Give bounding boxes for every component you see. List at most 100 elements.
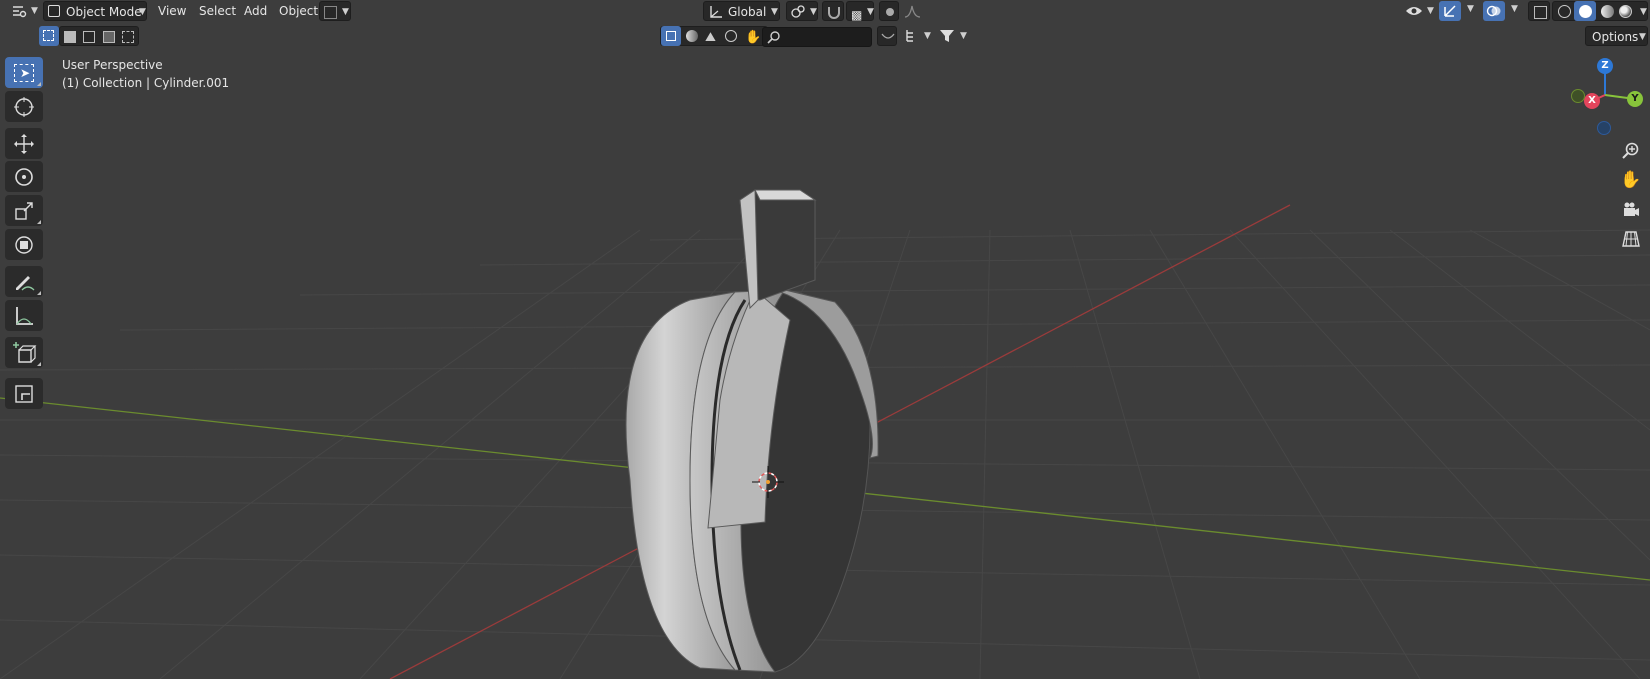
curve-icon	[324, 6, 337, 19]
select-invert-icon[interactable]	[103, 31, 115, 43]
chevron-down-icon: ▼	[139, 7, 146, 17]
menu-select[interactable]: Select	[195, 1, 240, 21]
scene-filter-icon[interactable]: ⛰	[705, 28, 716, 48]
snap-toggle[interactable]	[822, 1, 844, 21]
tool-add-cube[interactable]	[5, 337, 43, 368]
transform-orientation-dropdown[interactable]: Global ▼	[703, 1, 780, 21]
eye-icon	[1406, 7, 1422, 15]
hand-icon: ✋	[1620, 170, 1642, 190]
proportional-edit-icon	[886, 8, 894, 16]
ruler-icon	[16, 306, 33, 325]
select-mode-group	[59, 26, 139, 46]
options-label: Options	[1592, 30, 1639, 44]
falloff-curve-icon	[904, 5, 921, 18]
select-intersect-icon[interactable]	[122, 31, 134, 43]
pan-button[interactable]: ✋	[1617, 166, 1645, 194]
gizmo-icon	[1444, 5, 1456, 17]
menu-add[interactable]: Add	[240, 1, 271, 21]
shading-mode-group: ▼	[1552, 1, 1648, 21]
search-icon	[767, 31, 780, 44]
gizmo-x-axis[interactable]: X	[1584, 93, 1600, 109]
tool-move[interactable]	[5, 128, 43, 159]
tool-annotate[interactable]	[5, 266, 43, 297]
view-name-text: User Perspective	[62, 58, 163, 72]
select-new-icon	[43, 30, 54, 41]
tool-measure[interactable]	[5, 300, 43, 331]
crosshair-cursor-icon	[14, 96, 34, 117]
xray-toggle[interactable]	[1528, 1, 1550, 21]
filter-search-input[interactable]	[762, 27, 872, 47]
hierarchy-icon	[906, 30, 913, 42]
menu-object[interactable]: Object	[275, 1, 322, 21]
editor-type-button[interactable]: ▼	[6, 1, 38, 21]
tool-extra[interactable]	[5, 378, 43, 409]
world-filter-icon[interactable]	[725, 30, 737, 42]
gizmo-z-axis[interactable]: Z	[1597, 58, 1613, 74]
curve-restrict-icon	[881, 33, 895, 39]
tool-select-box[interactable]: ➤	[5, 57, 43, 88]
magnet-icon	[828, 7, 840, 19]
wireframe-shading-icon[interactable]	[1558, 5, 1571, 18]
add-cube-icon	[13, 341, 37, 363]
mode-label: Object Mode	[66, 5, 142, 19]
pivot-point-dropdown[interactable]: ▼	[786, 1, 818, 21]
snap-grid-icon: ▩	[851, 8, 863, 22]
snap-element-dropdown[interactable]: ▩ ▼	[846, 1, 874, 22]
gpencil-dropdown[interactable]: ▼	[319, 1, 351, 21]
overlays-toggle[interactable]	[1483, 1, 1505, 21]
falloff-dropdown[interactable]	[901, 1, 925, 21]
perspective-toggle-button[interactable]	[1617, 225, 1645, 253]
filter-dropdown[interactable]: ▼	[937, 26, 967, 46]
camera-view-button[interactable]	[1617, 196, 1645, 224]
object-mode-icon	[48, 5, 60, 17]
gizmo-y-axis[interactable]: Y	[1627, 91, 1643, 107]
xray-icon	[1534, 6, 1547, 19]
overlays-icon	[1486, 5, 1501, 17]
cube-filter-icon	[666, 31, 676, 41]
sort-dropdown[interactable]: ▼	[903, 26, 933, 46]
viewport-header: ▼ Object Mode ▼ View Select Add Object ▼…	[0, 0, 1650, 22]
zoom-icon	[1622, 142, 1639, 159]
scale-icon	[15, 201, 33, 220]
select-subtract-icon[interactable]	[83, 31, 95, 43]
3d-viewport[interactable]	[0, 0, 1650, 679]
tool-scale[interactable]	[5, 195, 43, 226]
orientation-label: Global	[728, 5, 767, 19]
cursor-arrow-icon: ➤	[20, 66, 31, 80]
object-type-filter-group: ⛰ ✋	[660, 26, 768, 46]
viewport-canvas[interactable]	[0, 0, 1650, 679]
tool-rotate[interactable]	[5, 161, 43, 192]
proportional-edit-toggle[interactable]	[879, 1, 899, 21]
gizmo-toggle[interactable]	[1439, 1, 1461, 21]
restrict-toggle[interactable]	[877, 26, 897, 46]
tool-cursor[interactable]	[5, 91, 43, 122]
rendered-shading-icon[interactable]	[1619, 5, 1632, 18]
shading-dropdown[interactable]: ▼	[1640, 2, 1647, 22]
solid-shading-icon	[1579, 5, 1592, 18]
pencil-icon	[16, 275, 35, 290]
navigation-gizmo[interactable]: Z Y X	[1565, 55, 1645, 135]
options-dropdown[interactable]: Options ▼	[1585, 26, 1648, 46]
funnel-icon	[940, 30, 954, 42]
transform-icon	[15, 235, 33, 254]
select-mode-new[interactable]	[39, 26, 59, 46]
orientation-icon	[710, 6, 722, 18]
select-extend-icon[interactable]	[64, 31, 76, 43]
mode-dropdown[interactable]: Object Mode ▼	[43, 1, 147, 21]
material-shading-icon[interactable]	[1601, 5, 1614, 18]
gizmo-dropdown[interactable]: ▼	[1467, 4, 1474, 14]
visibility-dropdown[interactable]: ▼	[1402, 1, 1436, 21]
menu-view[interactable]: View	[154, 1, 190, 21]
gizmo-neg-y[interactable]	[1571, 89, 1585, 103]
rotate-icon	[15, 167, 33, 186]
camera-icon	[1624, 202, 1639, 216]
material-filter-icon[interactable]	[686, 30, 698, 42]
overlays-dropdown[interactable]: ▼	[1511, 4, 1518, 14]
hand-filter-icon[interactable]: ✋	[745, 28, 761, 48]
tool-transform[interactable]	[5, 229, 43, 260]
collection-info-text: (1) Collection | Cylinder.001	[62, 76, 230, 90]
gizmo-neg-z[interactable]	[1597, 121, 1611, 135]
zoom-button[interactable]	[1617, 137, 1645, 165]
tool-settings-header: ⛰ ✋ ▼ ▼ Options ▼	[0, 26, 1650, 48]
move-arrows-icon	[14, 133, 34, 154]
